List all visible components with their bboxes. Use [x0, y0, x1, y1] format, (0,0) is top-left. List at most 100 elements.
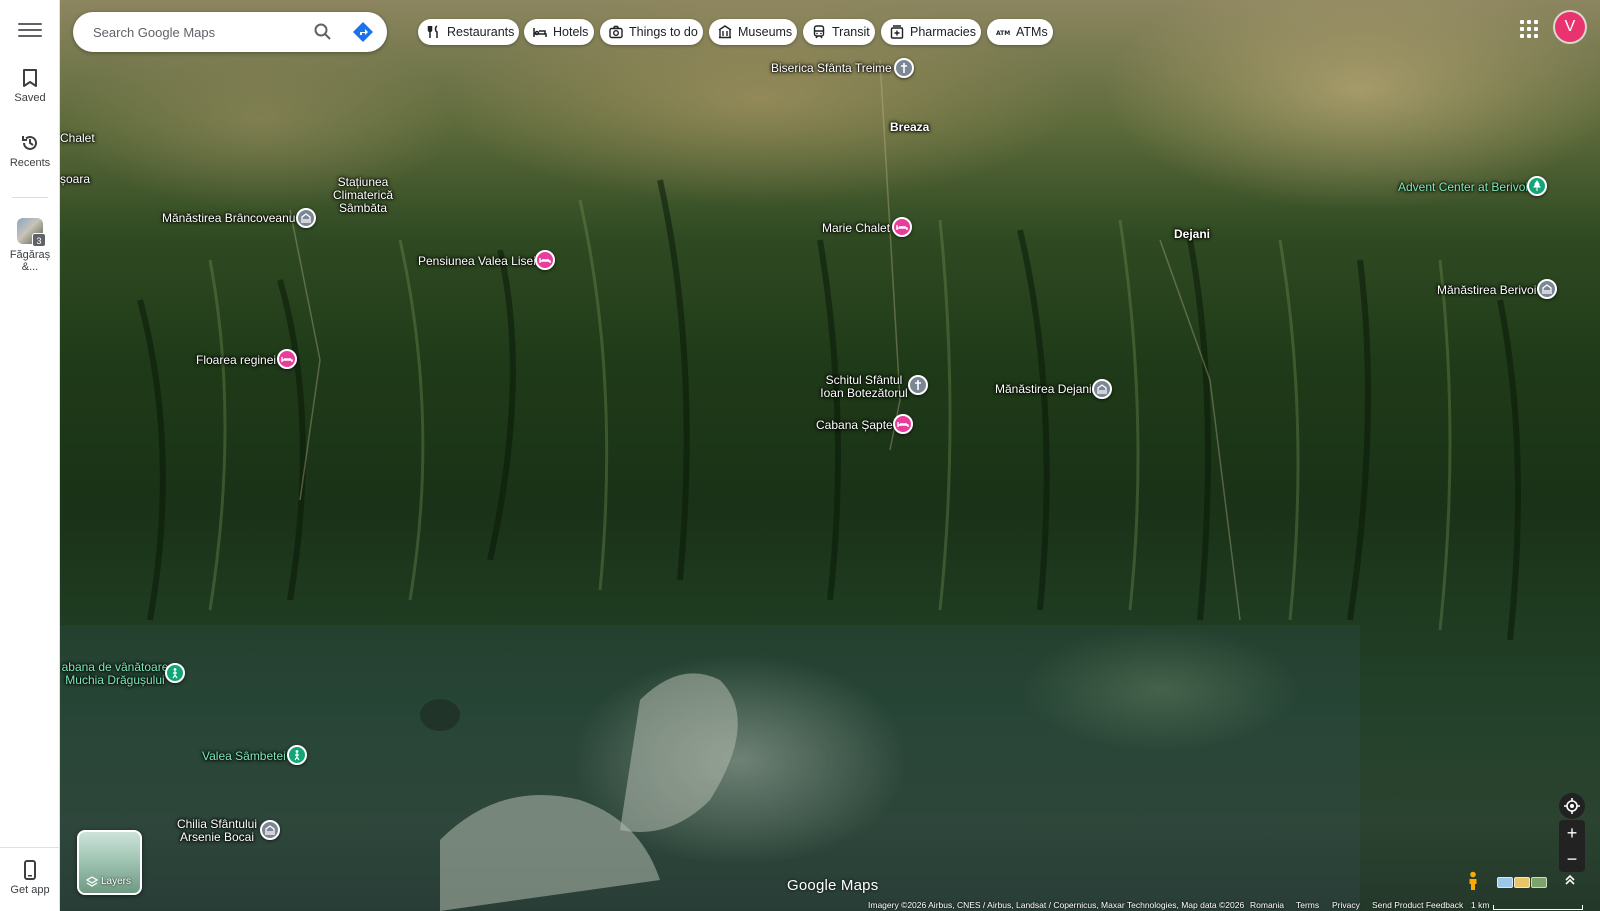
search-box [73, 12, 387, 52]
chip-things-to-do-label: Things to do [629, 25, 698, 39]
place-label-marie-chalet[interactable]: Marie Chalet [822, 222, 890, 235]
feedback-link[interactable]: Send Product Feedback [1372, 900, 1463, 911]
place-label-biserica[interactable]: Biserica Sfânta Treime [771, 62, 892, 75]
monastery-pin-icon[interactable] [1092, 379, 1112, 399]
chip-hotels-label: Hotels [553, 25, 589, 39]
zoom-in-button[interactable]: + [1559, 820, 1585, 846]
rail-divider [12, 197, 48, 198]
place-label-valea-lisei[interactable]: Pensiunea Valea Lisei [418, 255, 536, 268]
apps-grid-icon[interactable] [1520, 20, 1540, 40]
recents-button[interactable]: Recents [0, 133, 60, 169]
get-app-button[interactable]: Get app [0, 860, 60, 896]
fork-knife-icon [427, 25, 438, 38]
place-label-soara[interactable]: șoara [60, 173, 90, 186]
chip-atms[interactable]: ATM ATMs [987, 19, 1053, 45]
monastery-pin-icon[interactable] [260, 820, 280, 840]
chip-hotels[interactable]: Hotels [524, 19, 594, 45]
place-label-dejani-monastery[interactable]: Mănăstirea Dejani [995, 383, 1092, 396]
scale-bar[interactable] [1493, 905, 1583, 910]
chip-transit[interactable]: Transit [803, 19, 875, 45]
chip-pharmacies-label: Pharmacies [910, 25, 976, 39]
bookmark-icon [23, 69, 37, 87]
schitul-line-2: Ioan Botezătorul [820, 386, 908, 400]
bed-icon [533, 28, 547, 37]
chip-transit-label: Transit [832, 25, 870, 39]
phone-icon [24, 860, 36, 880]
pegman-icon[interactable] [1465, 871, 1481, 891]
saved-label: Saved [14, 92, 46, 104]
place-label-floarea[interactable]: Floarea reginei [196, 354, 276, 367]
pharmacy-icon [890, 25, 904, 39]
chip-museums[interactable]: Museums [709, 19, 797, 45]
place-label-breaza[interactable]: Breaza [890, 121, 929, 134]
chip-museums-label: Museums [738, 25, 793, 39]
terms-link[interactable]: Terms [1296, 900, 1319, 911]
place-label-cabana-vanatoare[interactable]: abana de vânătoare Muchia Drăgușului [60, 661, 170, 687]
place-label-cabana-sapte[interactable]: Cabana Șapte [816, 419, 893, 432]
get-app-label: Get app [10, 884, 50, 896]
chip-restaurants[interactable]: Restaurants [418, 19, 519, 45]
place-label-chilia[interactable]: Chilia Sfântului Arsenie Bocai [172, 818, 262, 844]
place-label-valea-sambetei[interactable]: Valea Sâmbetei [202, 750, 286, 763]
chilia-line-2: Arsenie Bocai [179, 830, 255, 844]
country-label[interactable]: Romania [1250, 900, 1284, 911]
google-maps-app: Saved Recents 3 Făgăraș &... Get app Bis… [0, 0, 1600, 911]
chevron-up-icon[interactable] [1562, 872, 1578, 888]
crosshair-icon [1564, 798, 1580, 814]
recent-count-badge: 3 [32, 233, 46, 247]
rail-bottom-divider [0, 847, 60, 848]
monastery-pin-icon[interactable] [1537, 279, 1557, 299]
recents-label: Recents [9, 157, 51, 169]
history-icon [22, 135, 37, 150]
layers-button[interactable]: Layers [77, 830, 142, 895]
place-label-advent[interactable]: Advent Center at Berivoi [1398, 181, 1528, 194]
layers-icon [86, 876, 98, 887]
place-label-statiunea[interactable]: Stațiunea Climaterică Sâmbăta [333, 176, 393, 215]
church-pin-icon[interactable] [908, 375, 928, 395]
account-avatar[interactable]: V [1555, 12, 1585, 42]
map-footer: Imagery ©2026 Airbus, CNES / Airbus, Lan… [0, 900, 1600, 911]
my-location-button[interactable] [1559, 793, 1585, 819]
hotel-pin-icon[interactable] [277, 349, 297, 369]
place-label-brancoveanu[interactable]: Mănăstirea Brâncoveanu [162, 212, 295, 225]
map-type-satellite-icon[interactable] [1531, 877, 1547, 888]
place-label-dejani-town[interactable]: Dejani [1174, 228, 1210, 241]
hotel-pin-icon[interactable] [535, 250, 555, 270]
hiking-pin-icon[interactable] [165, 663, 185, 683]
monastery-pin-icon[interactable] [296, 208, 316, 228]
recent-place-item[interactable]: 3 Făgăraș &... [0, 218, 60, 273]
zoom-controls: + − [1559, 820, 1585, 872]
imagery-attribution: Imagery ©2026 Airbus, CNES / Airbus, Lan… [868, 900, 1245, 910]
chip-things-to-do[interactable]: Things to do [600, 19, 703, 45]
search-input[interactable] [93, 20, 293, 44]
recent-place-thumbnail: 3 [17, 218, 46, 247]
menu-icon[interactable] [18, 23, 42, 41]
svg-text:ATM: ATM [996, 30, 1010, 37]
church-pin-icon[interactable] [894, 58, 914, 78]
imagery-seam [60, 625, 1360, 911]
map-type-default-icon[interactable] [1497, 877, 1513, 888]
chip-pharmacies[interactable]: Pharmacies [881, 19, 981, 45]
zoom-out-button[interactable]: − [1559, 846, 1585, 872]
map-type-terrain-icon[interactable] [1514, 877, 1530, 888]
place-label-chalet[interactable]: Chalet [60, 132, 95, 145]
chip-restaurants-label: Restaurants [447, 25, 515, 39]
hotel-pin-icon[interactable] [893, 414, 913, 434]
search-icon[interactable] [313, 22, 333, 42]
hiking-pin-icon[interactable] [287, 745, 307, 765]
park-pin-icon[interactable] [1527, 176, 1547, 196]
directions-icon[interactable] [352, 21, 374, 43]
scale-label[interactable]: 1 km [1471, 900, 1489, 911]
satellite-map[interactable] [60, 0, 1600, 911]
layers-label: Layers [101, 876, 132, 887]
place-label-berivoi[interactable]: Mănăstirea Berivoi [1437, 284, 1536, 297]
chip-atms-label: ATMs [1016, 25, 1048, 39]
museum-icon [718, 25, 732, 39]
camera-icon [609, 25, 623, 39]
train-icon [813, 25, 825, 39]
place-label-schitul[interactable]: Schitul Sfântul Ioan Botezătorul [816, 374, 912, 400]
saved-button[interactable]: Saved [0, 68, 60, 104]
privacy-link[interactable]: Privacy [1332, 900, 1360, 911]
hotel-pin-icon[interactable] [892, 217, 912, 237]
atm-icon: ATM [996, 30, 1010, 37]
